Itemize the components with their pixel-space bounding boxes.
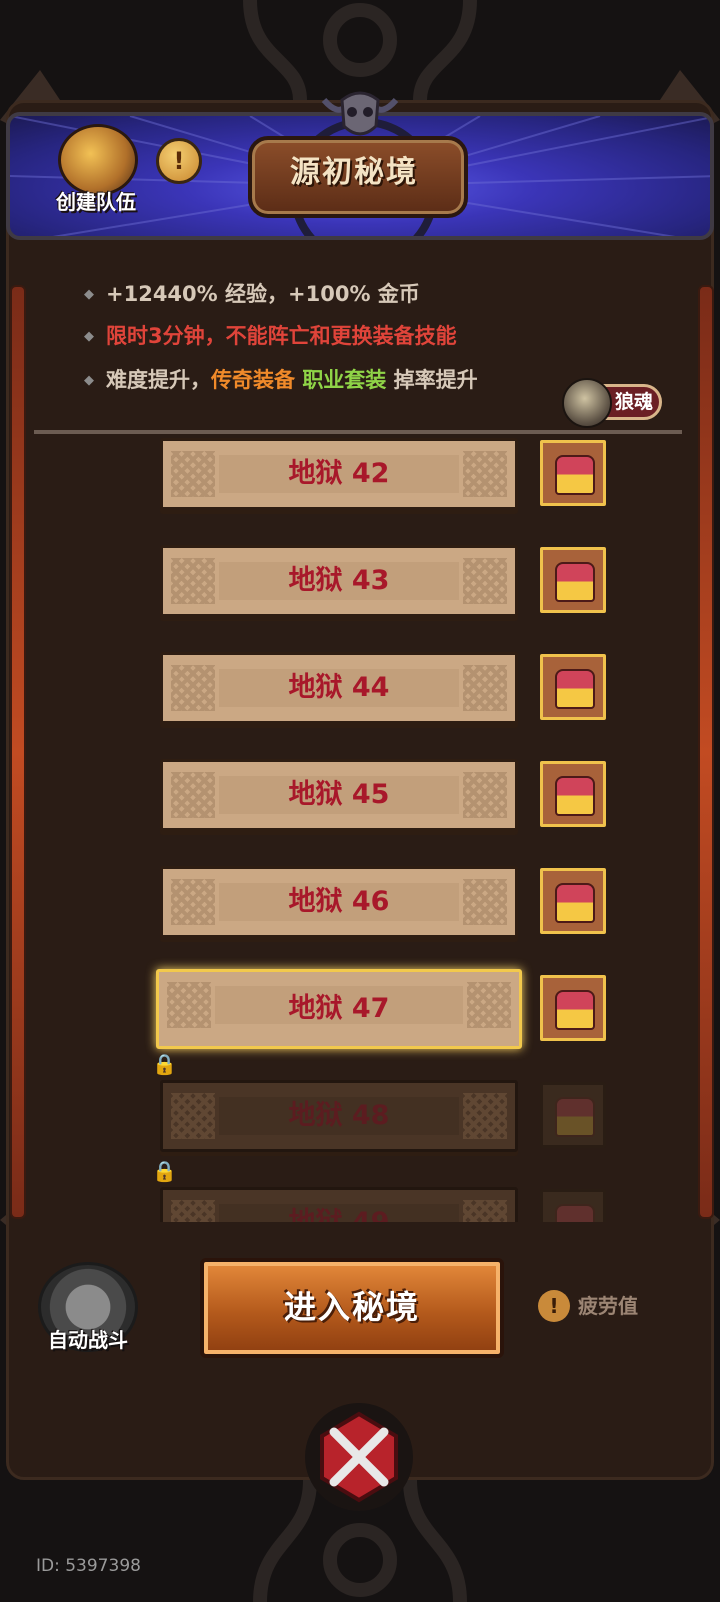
fatigue-info-icon[interactable]: ! bbox=[538, 1290, 570, 1322]
crown-icon bbox=[555, 1097, 595, 1137]
level-label: 地狱 49 bbox=[163, 1190, 515, 1222]
level-button-48[interactable]: 地狱 48 bbox=[160, 1080, 518, 1152]
lock-icon: 🔒 bbox=[152, 1159, 177, 1183]
legendary-gear-text: 传奇装备 bbox=[211, 368, 295, 392]
info-button[interactable]: ! bbox=[156, 138, 202, 184]
info-line-time-limit: ◆ 限时3分钟，不能阵亡和更换装备技能 bbox=[84, 320, 457, 350]
class-set-text: 职业套装 bbox=[302, 368, 387, 392]
bullet-icon: ◆ bbox=[84, 287, 94, 302]
crown-icon bbox=[555, 669, 595, 709]
lock-icon: 🔒 bbox=[152, 1052, 177, 1076]
level-label: 地狱 43 bbox=[288, 565, 390, 596]
level-button-44[interactable]: 地狱 44 bbox=[160, 652, 518, 724]
create-team-button[interactable]: 创建队伍 bbox=[40, 186, 152, 215]
right-rail bbox=[698, 285, 714, 1219]
level-label: 地狱 48 bbox=[288, 1100, 390, 1131]
crown-icon bbox=[555, 776, 595, 816]
crown-chest-icon[interactable] bbox=[540, 868, 606, 934]
level-label: 地狱 46 bbox=[288, 886, 390, 917]
wolf-head-icon bbox=[562, 378, 612, 428]
level-label: 地狱 47 bbox=[288, 993, 390, 1024]
bullet-icon: ◆ bbox=[84, 329, 94, 344]
level-label: 地狱 42 bbox=[288, 458, 390, 489]
level-label: 地狱 45 bbox=[288, 779, 390, 810]
divider bbox=[34, 430, 682, 434]
crown-chest-icon[interactable] bbox=[540, 440, 606, 506]
crown-icon bbox=[555, 990, 595, 1030]
crown-icon bbox=[555, 883, 595, 923]
bullet-icon: ◆ bbox=[84, 373, 94, 388]
level-button-47[interactable]: 地狱 47 bbox=[156, 969, 522, 1049]
wolf-soul-label: 狼魂 bbox=[614, 391, 653, 413]
level-button-46[interactable]: 地狱 46 bbox=[160, 866, 518, 938]
level-button-49[interactable]: 地狱 49 bbox=[160, 1187, 518, 1222]
crown-chest-icon[interactable] bbox=[540, 547, 606, 613]
level-button-43[interactable]: 地狱 43 bbox=[160, 545, 518, 617]
crown-icon bbox=[555, 455, 595, 495]
info-line-drop-rate: ◆ 难度提升，传奇装备 职业套装 掉率提升 bbox=[84, 364, 478, 394]
enter-dungeon-label[interactable]: 进入秘境 bbox=[200, 1258, 504, 1358]
drop-prefix-text: 难度提升， bbox=[106, 368, 211, 392]
level-button-42[interactable]: 地狱 42 bbox=[160, 438, 518, 510]
time-limit-text: 限时3分钟，不能阵亡和更换装备技能 bbox=[106, 324, 457, 348]
level-button-45[interactable]: 地狱 45 bbox=[160, 759, 518, 831]
left-rail bbox=[10, 285, 26, 1219]
auto-battle-button[interactable]: 自动战斗 bbox=[36, 1324, 140, 1353]
level-label: 地狱 44 bbox=[288, 672, 390, 703]
crown-icon bbox=[555, 1204, 595, 1222]
crown-chest-icon[interactable] bbox=[540, 975, 606, 1041]
bonus-text: +12440% 经验，+100% 金币 bbox=[106, 282, 420, 306]
crown-chest-icon[interactable] bbox=[540, 1189, 606, 1222]
crown-chest-icon[interactable] bbox=[540, 1082, 606, 1148]
info-line-bonus: ◆ +12440% 经验，+100% 金币 bbox=[84, 278, 420, 308]
drop-suffix-text: 掉率提升 bbox=[393, 368, 478, 392]
level-list[interactable]: 地狱 42 地狱 43 地狱 44 地狱 45 地狱 46 地狱 47 地狱 48 🔒 地狱 4… bbox=[34, 436, 684, 1222]
crown-chest-icon[interactable] bbox=[540, 761, 606, 827]
page-title: 源初秘境 bbox=[290, 155, 418, 190]
fatigue-label[interactable]: 疲劳值 bbox=[578, 1291, 638, 1321]
crossed-swords-close-icon[interactable] bbox=[304, 1402, 414, 1512]
crown-icon bbox=[555, 562, 595, 602]
user-id: ID: 5397398 bbox=[36, 1556, 141, 1576]
crown-chest-icon[interactable] bbox=[540, 654, 606, 720]
